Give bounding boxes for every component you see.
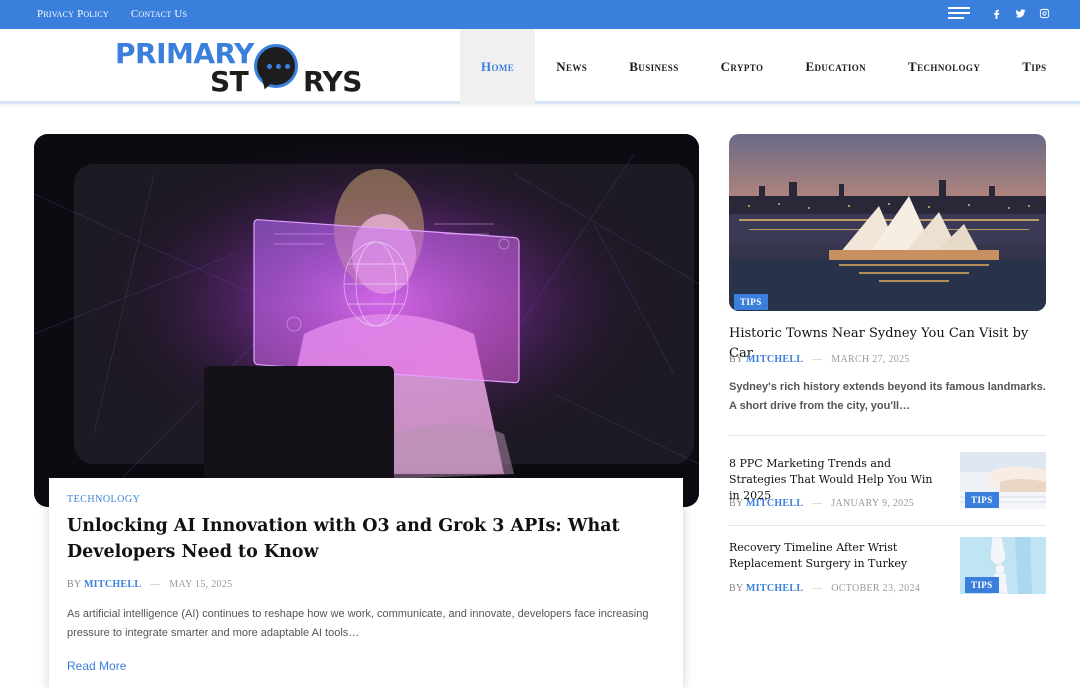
meta-by: By	[729, 583, 744, 594]
meta-by: By	[729, 498, 744, 509]
sidebar-item-meta: By Mitchell — January 9, 2025	[729, 498, 914, 509]
chat-bubble-icon	[254, 44, 298, 88]
sidebar-item-meta: By Mitchell — October 23, 2024	[729, 583, 920, 594]
meta-author[interactable]: Mitchell	[746, 583, 803, 594]
nav-business[interactable]: Business	[608, 29, 699, 104]
instagram-icon[interactable]	[1038, 6, 1050, 20]
menu-icon[interactable]	[948, 6, 970, 20]
sidebar-featured-image[interactable]	[729, 134, 1046, 311]
site-logo[interactable]: PRIMARY ST RYS	[115, 37, 362, 98]
meta-author[interactable]: Mitchell	[746, 354, 803, 365]
article-category[interactable]: Technology	[67, 494, 665, 505]
meta-date: October 23, 2024	[831, 583, 921, 594]
sidebar-featured-meta: By Mitchell — March 27, 2025	[729, 354, 910, 365]
logo-line2-right: RYS	[303, 65, 362, 98]
top-right-controls	[948, 6, 1050, 20]
meta-author[interactable]: Mitchell	[746, 498, 803, 509]
site-header: PRIMARY ST RYS Home News Business Crypto…	[0, 29, 1080, 104]
article-title[interactable]: Unlocking AI Innovation with O3 and Grok…	[67, 513, 665, 565]
sidebar-item-thumbnail[interactable]: Tips	[960, 452, 1046, 509]
meta-author[interactable]: Mitchell	[84, 579, 141, 590]
facebook-icon[interactable]	[990, 6, 1002, 20]
sidebar-divider	[729, 435, 1046, 436]
nav-tips[interactable]: Tips	[1001, 29, 1067, 104]
meta-by: By	[67, 579, 82, 590]
main-nav: Home News Business Crypto Education Tech…	[460, 29, 1068, 104]
sidebar-divider	[729, 525, 1046, 526]
logo-line2-left: ST	[210, 65, 249, 98]
contact-us-link[interactable]: Contact Us	[131, 8, 187, 20]
article-meta: By Mitchell — May 15, 2025	[67, 579, 665, 590]
top-bar: Privacy Policy Contact Us	[0, 0, 1080, 29]
read-more-link[interactable]: Read More	[67, 659, 126, 673]
nav-home[interactable]: Home	[460, 29, 536, 104]
privacy-policy-link[interactable]: Privacy Policy	[37, 8, 109, 20]
sidebar-featured-excerpt: Sydney's rich history extends beyond its…	[729, 381, 1046, 412]
sidebar-item-title[interactable]: Recovery Timeline After Wrist Replacemen…	[729, 540, 944, 572]
article-excerpt: As artificial intelligence (AI) continue…	[67, 608, 649, 639]
meta-separator: —	[812, 354, 823, 365]
nav-technology[interactable]: Technology	[887, 29, 1001, 104]
sidebar-featured-badge[interactable]: Tips	[734, 294, 768, 310]
sidebar-item-badge[interactable]: Tips	[965, 492, 999, 508]
meta-separator: —	[812, 583, 823, 594]
meta-by: By	[729, 354, 744, 365]
nav-education[interactable]: Education	[784, 29, 887, 104]
nav-crypto[interactable]: Crypto	[700, 29, 785, 104]
meta-separator: —	[812, 498, 823, 509]
featured-article-card: Technology Unlocking AI Innovation with …	[49, 478, 683, 688]
meta-separator: —	[150, 579, 161, 590]
meta-date: March 27, 2025	[831, 354, 910, 365]
nav-news[interactable]: News	[535, 29, 608, 104]
meta-date: January 9, 2025	[831, 498, 915, 509]
sidebar-item-badge[interactable]: Tips	[965, 577, 999, 593]
meta-date: May 15, 2025	[169, 579, 233, 590]
top-links: Privacy Policy Contact Us	[37, 8, 187, 20]
sidebar-item-title[interactable]: 8 PPC Marketing Trends and Strategies Th…	[729, 456, 944, 504]
sidebar-item-thumbnail[interactable]: Tips	[960, 537, 1046, 594]
hero-image[interactable]	[34, 134, 699, 507]
twitter-icon[interactable]	[1014, 6, 1026, 20]
